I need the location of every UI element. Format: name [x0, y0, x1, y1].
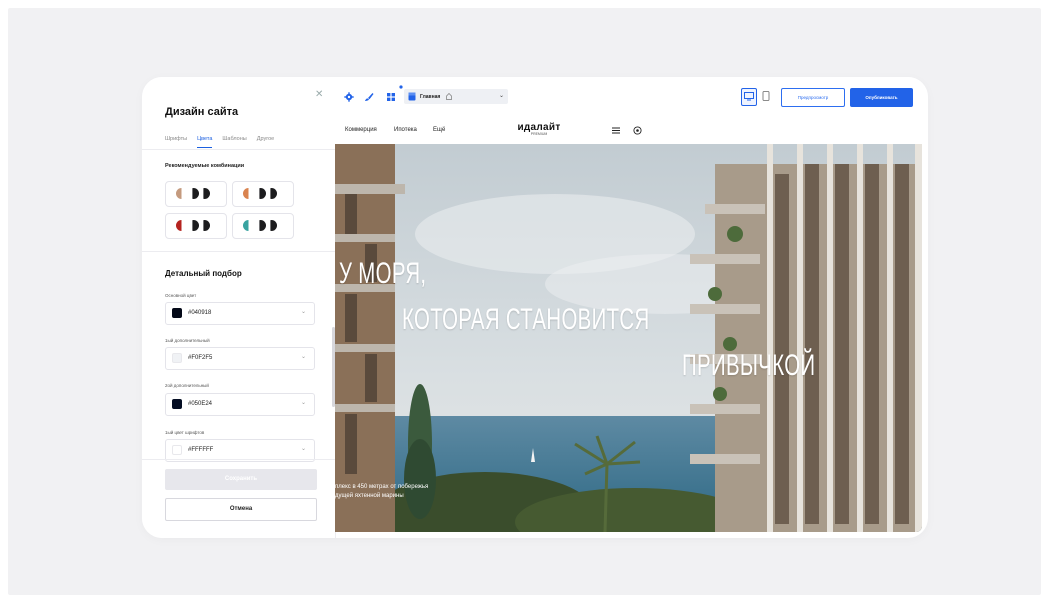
combo-color-dot [192, 188, 199, 199]
field-label-secondary-1: 1ый дополнительный [165, 338, 210, 343]
hero-headline-line-2: КОТОРАЯ СТАНОВИТСЯ [402, 303, 650, 336]
color-swatch [172, 399, 182, 409]
panel-tabs: Шрифты Цвета Шаблоны Другое [165, 136, 274, 148]
site-preview: Коммерция Ипотека Ещё идалайт PREMIUM У … [335, 117, 922, 532]
blocks-grid-icon[interactable] [386, 92, 396, 102]
combo-color-dot [259, 220, 266, 231]
field-label-font-color: 1ый цвет шрифтов [165, 430, 205, 435]
color-combo-4[interactable] [232, 213, 294, 239]
color-value: #FFFFFF [188, 447, 214, 453]
recommended-title: Рекомендуемые комбинации [165, 163, 245, 169]
hero-headline-line-3: ПРИВЫЧКОЙ [682, 349, 816, 382]
chevron-down-icon: ⌄ [300, 400, 306, 406]
publish-button[interactable]: Опубликовать [850, 88, 913, 107]
divider [142, 459, 335, 460]
tab-templates[interactable]: Шаблоны [222, 136, 246, 148]
hero-headline-line-1: У МОРЯ, [339, 257, 427, 290]
secondary-color-2-select[interactable]: #050E24 ⌄ [165, 393, 315, 416]
combo-color-dot [176, 220, 182, 231]
chevron-down-icon: ⌄ [300, 446, 306, 452]
cancel-button[interactable]: Отмена [165, 498, 317, 521]
phone-icon [762, 91, 770, 101]
combo-color-dot [243, 220, 249, 231]
preview-button[interactable]: Предпросмотр [781, 88, 845, 107]
color-value: #050E24 [188, 401, 213, 407]
color-swatch [172, 308, 182, 318]
design-panel: Дизайн сайта ✕ Шрифты Цвета Шаблоны Друг… [142, 77, 336, 538]
combo-color-dot [259, 188, 266, 199]
color-combo-3[interactable] [165, 213, 227, 239]
notification-dot-icon [399, 85, 403, 89]
tab-fonts[interactable]: Шрифты [165, 136, 187, 148]
brush-icon[interactable] [364, 92, 374, 102]
field-label-secondary-2: 2ой дополнительный [165, 383, 209, 388]
hero-background-image [335, 144, 922, 532]
monitor-icon [744, 92, 754, 101]
chevron-down-icon: ⌄ [499, 93, 505, 99]
location-icon[interactable] [633, 126, 642, 135]
combo-color-dot [203, 220, 210, 231]
hero-section: У МОРЯ, КОТОРАЯ СТАНОВИТСЯ ПРИВЫЧКОЙ пле… [335, 144, 922, 532]
hero-subtitle-line: плекс в 450 метрах от побережья [335, 484, 429, 490]
tab-colors[interactable]: Цвета [197, 136, 213, 148]
settings-gear-icon[interactable] [344, 92, 354, 102]
nav-link-more[interactable]: Ещё [433, 127, 445, 133]
combo-color-dot [243, 188, 249, 199]
menu-icon[interactable] [612, 127, 620, 134]
combo-color-dot [176, 188, 182, 199]
color-value: #040918 [188, 310, 212, 316]
color-combo-1[interactable] [165, 181, 227, 207]
primary-color-select[interactable]: #040918 ⌄ [165, 302, 315, 325]
site-logo[interactable]: идалайт PREMIUM [509, 122, 569, 136]
page-select-label: Главная [420, 94, 441, 100]
save-button[interactable]: Сохранить [165, 469, 317, 490]
combo-color-dot [270, 188, 277, 199]
field-label-primary: Основной цвет [165, 293, 197, 298]
combo-color-dot [203, 188, 210, 199]
hero-subtitle-line: дущей яхтенной марины [335, 493, 404, 499]
divider [142, 149, 335, 150]
site-header: Коммерция Ипотека Ещё идалайт PREMIUM [335, 117, 922, 144]
editor-toolbar: Главная ⌄ Предпросмотр Опубликовать [335, 77, 928, 117]
hero-subtitle: плекс в 450 метрах от побережья дущей ях… [335, 483, 428, 501]
divider [142, 251, 335, 252]
close-icon[interactable]: ✕ [315, 90, 323, 100]
tab-other[interactable]: Другое [257, 136, 274, 148]
combo-color-dot [270, 220, 277, 231]
home-icon [446, 93, 452, 100]
color-swatch [172, 353, 182, 363]
combo-color-dot [192, 220, 199, 231]
page-select[interactable]: Главная ⌄ [404, 89, 508, 104]
page-icon [408, 92, 416, 101]
nav-link-mortgage[interactable]: Ипотека [394, 127, 417, 133]
color-swatch [172, 445, 182, 455]
secondary-color-1-select[interactable]: #F0F2F5 ⌄ [165, 347, 315, 370]
panel-title: Дизайн сайта [165, 106, 239, 118]
nav-link-commerce[interactable]: Коммерция [345, 127, 377, 133]
editor-window: Дизайн сайта ✕ Шрифты Цвета Шаблоны Друг… [142, 77, 928, 538]
mobile-view-button[interactable] [759, 88, 773, 104]
chevron-down-icon: ⌄ [300, 354, 306, 360]
chevron-down-icon: ⌄ [300, 309, 306, 315]
color-value: #F0F2F5 [188, 355, 213, 361]
desktop-view-button[interactable] [741, 88, 757, 106]
color-combo-2[interactable] [232, 181, 294, 207]
detail-title: Детальный подбор [165, 269, 242, 278]
